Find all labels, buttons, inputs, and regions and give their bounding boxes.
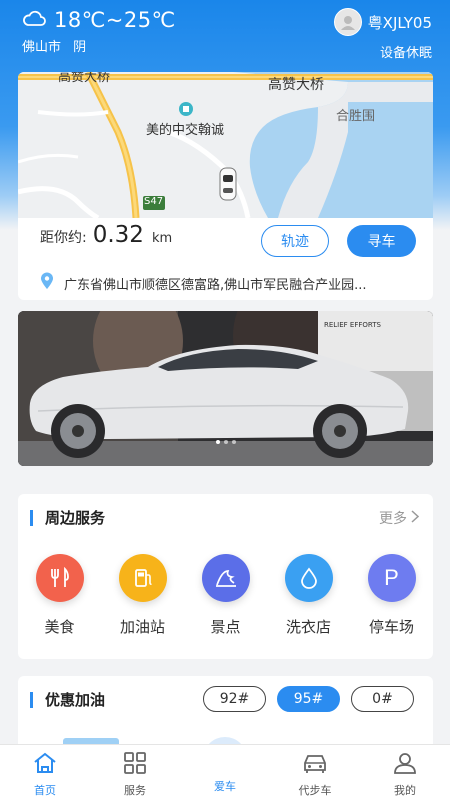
service-label: 景点 (210, 618, 241, 636)
location-pin-icon (40, 272, 54, 294)
service-food[interactable]: 美食 (18, 554, 101, 637)
car-location-card: 高赞大桥 高赞大桥 美的中交翰诚 合胜围 S47 距你约: 0.32 km 轨迹… (18, 72, 433, 300)
fuel-option-92[interactable]: 92# (203, 686, 266, 712)
services-grid: 美食 加油站 景点 洗衣店 P 停车场 (18, 554, 433, 637)
tab-label: 首页 (34, 784, 56, 797)
tab-label: 爱车 (214, 780, 236, 793)
promo-banner[interactable]: RELIEF EFFORTS (18, 311, 433, 466)
fuel-option-95[interactable]: 95# (277, 686, 340, 712)
carousel-dot (223, 440, 228, 444)
service-label: 美食 (44, 618, 75, 636)
user-icon (392, 751, 418, 779)
track-button[interactable]: 轨迹 (261, 225, 329, 257)
cloud-icon (22, 9, 46, 31)
fuel-option-0[interactable]: 0# (351, 686, 414, 712)
carousel-dot (231, 440, 236, 444)
tab-profile[interactable]: 我的 (360, 745, 450, 800)
temperature-range: 18℃~25℃ (54, 8, 176, 32)
service-scenic-spot[interactable]: 景点 (184, 554, 267, 637)
services-title: 周边服务 (45, 509, 106, 527)
map-label-district: 合胜围 (336, 109, 376, 124)
map-label-bridge-left: 高赞大桥 (58, 72, 111, 85)
car-icon (301, 751, 329, 779)
section-accent-bar (30, 509, 33, 526)
distance-row: 距你约: 0.32 km (40, 222, 172, 248)
more-label: 更多 (379, 511, 407, 527)
avatar[interactable] (333, 8, 362, 36)
tab-services[interactable]: 服务 (90, 745, 180, 800)
service-label: 洗衣店 (285, 618, 331, 636)
service-label: 停车场 (368, 618, 414, 636)
service-laundry[interactable]: 洗衣店 (267, 554, 350, 637)
banner-sign: RELIEF EFFORTS (324, 321, 381, 329)
water-drop-icon (284, 554, 333, 602)
tab-home[interactable]: 首页 (0, 745, 90, 800)
distance-label: 距你约: (40, 230, 87, 246)
distance-value: 0.32 (92, 222, 144, 248)
map-label-road: S47 (144, 196, 164, 207)
bottom-tab-bar: 首页 服务 爱车 代步车 我的 (0, 744, 450, 800)
city-name: 佛山市 (22, 40, 62, 55)
more-services-link[interactable]: 更多 (379, 508, 420, 528)
landmark-icon (201, 554, 250, 602)
map-view[interactable]: 高赞大桥 高赞大桥 美的中交翰诚 合胜围 S47 (18, 72, 433, 218)
tab-label: 我的 (394, 784, 416, 797)
home-icon (32, 751, 58, 779)
device-status: 设备休眠 (379, 46, 432, 61)
carousel-indicator (18, 440, 433, 444)
parking-icon: P (367, 554, 416, 602)
weather-widget[interactable]: 18℃~25℃ 佛山市 阴 (22, 8, 176, 55)
fuel-title: 优惠加油 (45, 691, 106, 709)
carousel-dot (215, 440, 220, 444)
section-header: 优惠加油 (30, 689, 105, 710)
tab-my-car[interactable]: 爱车 (180, 745, 270, 800)
distance-unit: km (151, 231, 173, 246)
map-label-bridge: 高赞大桥 (268, 77, 324, 93)
vehicle-account[interactable]: 粤XJLY05 设备休眠 (333, 8, 432, 61)
service-gas-station[interactable]: 加油站 (101, 554, 184, 637)
gas-station-icon (118, 554, 167, 602)
grid-icon (123, 751, 147, 779)
car-address: 广东省佛山市顺德区德富路,佛山市军民融合产业园... (64, 277, 367, 293)
section-header: 周边服务 (30, 507, 105, 528)
chevron-right-icon (411, 509, 420, 527)
nearby-services-card: 周边服务 更多 美食 加油站 景点 洗衣店 P 停车场 (18, 494, 433, 659)
find-car-button[interactable]: 寻车 (347, 225, 416, 257)
license-plate: 粤XJLY05 (367, 13, 432, 32)
tab-label: 服务 (124, 784, 146, 797)
tab-label: 代步车 (298, 784, 332, 797)
service-parking[interactable]: P 停车场 (350, 554, 433, 637)
tab-courtesy-car[interactable]: 代步车 (270, 745, 360, 800)
address-row[interactable]: 广东省佛山市顺德区德富路,佛山市军民融合产业园... (40, 272, 420, 294)
food-icon (35, 554, 84, 602)
section-accent-bar (30, 691, 33, 708)
service-label: 加油站 (119, 618, 165, 636)
weather-condition: 阴 (73, 40, 87, 55)
map-label-poi: 美的中交翰诚 (146, 123, 225, 138)
